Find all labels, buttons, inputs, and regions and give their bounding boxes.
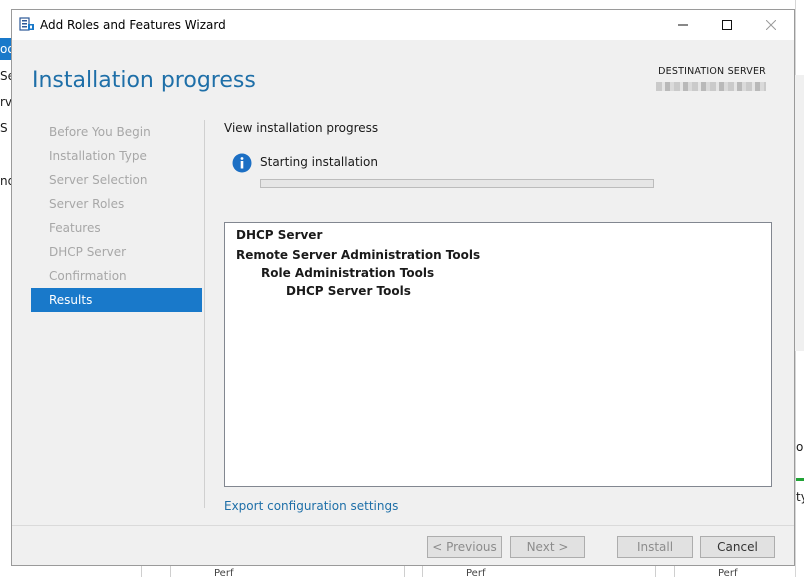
footer-divider (12, 525, 794, 526)
close-button[interactable] (748, 10, 794, 40)
background-fragment: oo (0, 42, 11, 56)
destination-server-name-redacted (656, 82, 766, 91)
nav-item-before-you-begin: Before You Begin (49, 125, 151, 139)
background-app-bottom (11, 566, 795, 577)
background-fragment: rv (0, 95, 11, 109)
background-divider (674, 566, 675, 577)
results-list[interactable]: DHCP Server Remote Server Administration… (224, 222, 772, 487)
background-app-left (0, 0, 11, 577)
background-fragment: Perf (718, 568, 738, 579)
nav-item-dhcp-server: DHCP Server (49, 245, 127, 259)
info-icon (232, 153, 252, 173)
nav-item-features: Features (49, 221, 101, 235)
window-title: Add Roles and Features Wizard (40, 18, 226, 32)
destination-server-label: DESTINATION SERVER (658, 66, 766, 77)
nav-item-confirmation: Confirmation (49, 269, 127, 283)
background-fragment: Se (0, 69, 11, 83)
installation-progress-bar (260, 179, 654, 188)
background-fragment: o (796, 440, 804, 454)
cancel-button[interactable]: Cancel (700, 536, 775, 558)
list-item: Role Administration Tools (261, 266, 435, 280)
nav-item-installation-type: Installation Type (49, 149, 147, 163)
nav-item-results[interactable]: Results (31, 288, 202, 312)
background-divider (404, 566, 405, 577)
background-fragment: nd (0, 174, 11, 188)
close-icon (766, 20, 776, 30)
wizard-window: Add Roles and Features Wizard Installati… (11, 9, 795, 566)
list-item: DHCP Server Tools (286, 284, 411, 298)
export-configuration-link[interactable]: Export configuration settings (224, 499, 398, 513)
title-bar[interactable]: Add Roles and Features Wizard (12, 10, 794, 40)
next-button[interactable]: Next > (510, 536, 585, 558)
minimize-button[interactable] (660, 10, 706, 40)
background-status-bar (796, 478, 804, 481)
previous-button[interactable]: < Previous (427, 536, 502, 558)
wizard-header: Installation progress DESTINATION SERVER (12, 40, 794, 118)
view-progress-label: View installation progress (224, 121, 379, 135)
background-fragment: Perf (466, 568, 486, 579)
background-fragment: S (0, 121, 8, 135)
background-app-selected-tab: oo (0, 38, 11, 60)
maximize-icon (722, 20, 732, 30)
nav-item-server-selection: Server Selection (49, 173, 148, 187)
server-manager-icon (19, 17, 34, 31)
list-item: Remote Server Administration Tools (236, 248, 481, 262)
background-divider (170, 566, 171, 577)
background-divider (655, 566, 656, 577)
install-button[interactable]: Install (617, 536, 693, 558)
background-divider (422, 566, 423, 577)
nav-item-server-roles: Server Roles (49, 197, 125, 211)
nav-divider (204, 120, 205, 508)
minimize-icon (678, 24, 688, 26)
wizard-nav: Before You Begin Installation Type Serve… (31, 120, 202, 312)
background-app-panel (795, 75, 804, 351)
content-pane: View installation progress Starting inst… (224, 118, 774, 518)
installation-status-text: Starting installation (260, 155, 378, 169)
page-title: Installation progress (32, 68, 256, 93)
background-divider (141, 566, 142, 577)
background-fragment: Perf (214, 568, 234, 579)
background-fragment: ty (796, 490, 804, 504)
list-item: DHCP Server (236, 228, 323, 242)
maximize-button[interactable] (704, 10, 750, 40)
